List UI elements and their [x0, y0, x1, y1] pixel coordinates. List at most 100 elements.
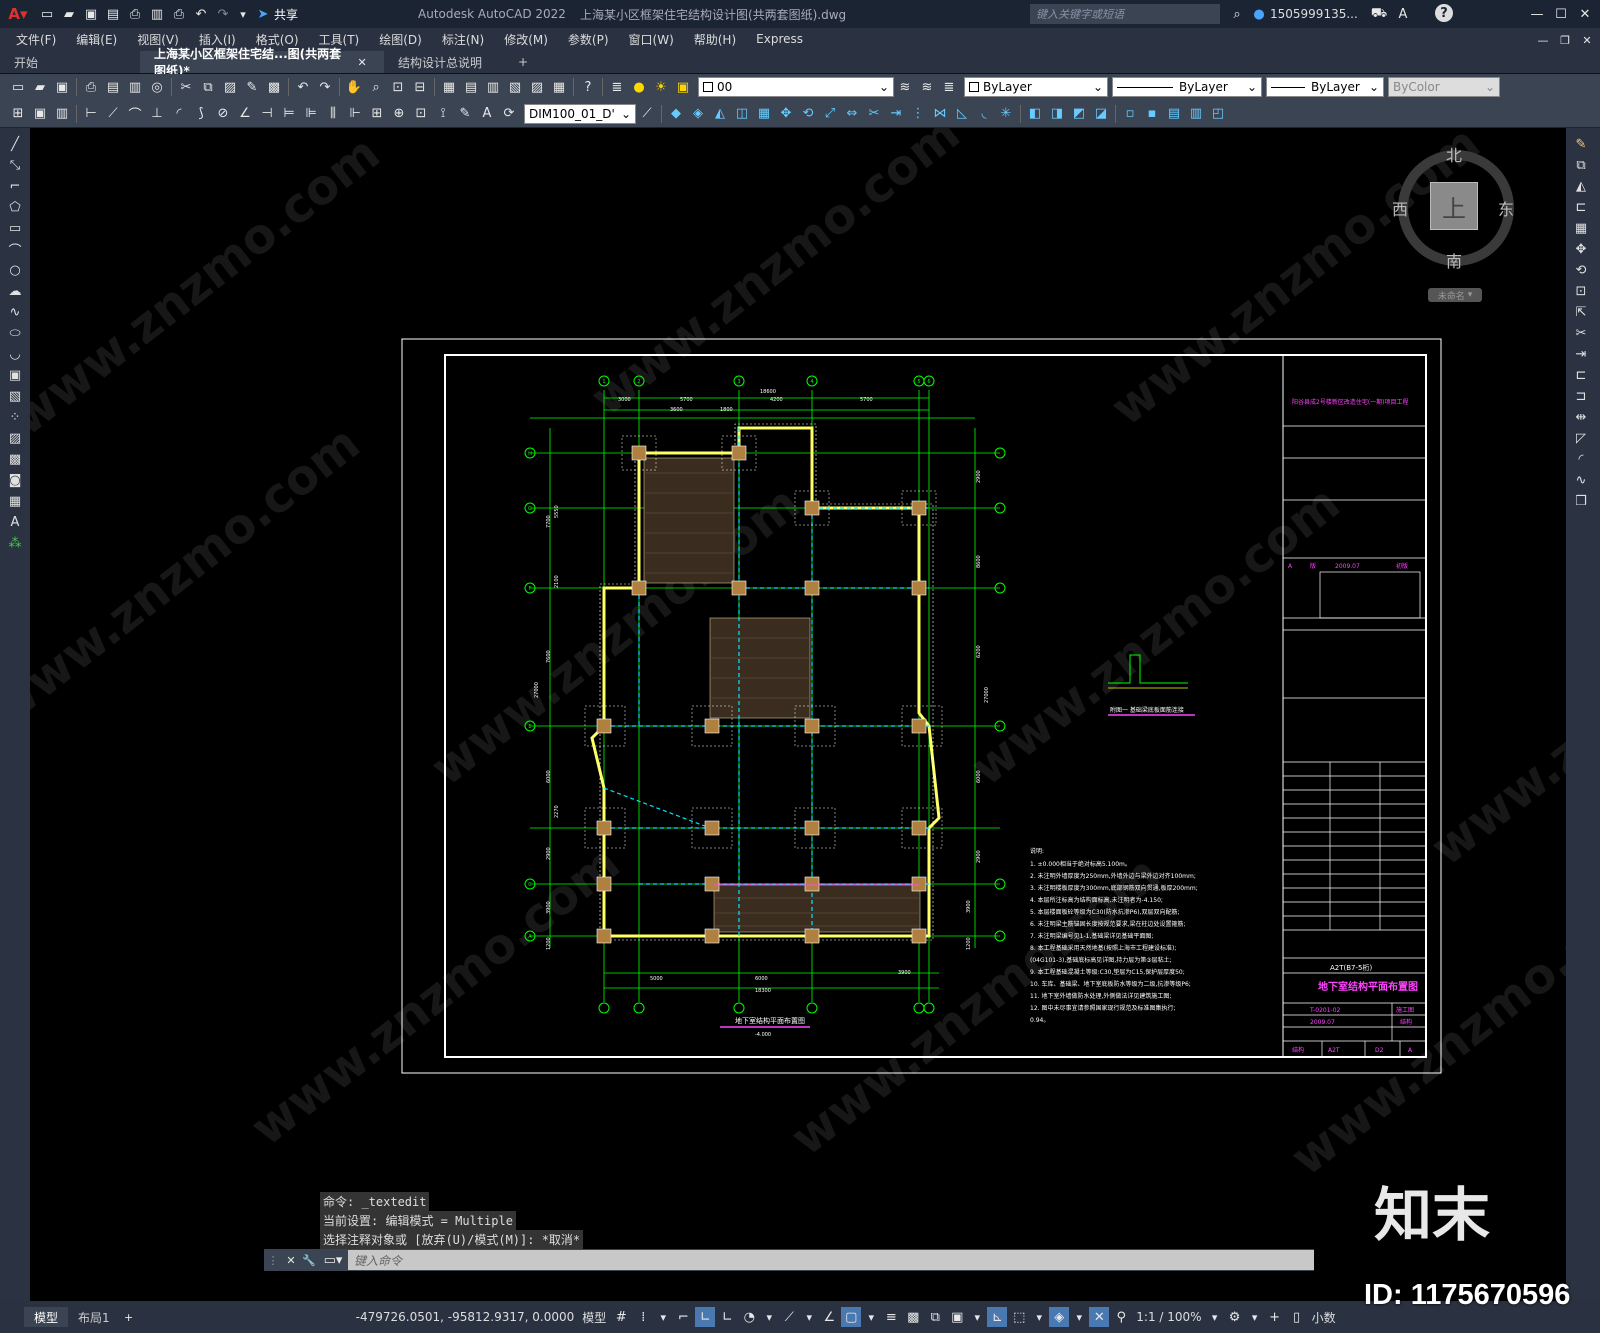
- autocad-logo-icon[interactable]: A▾: [1, 4, 35, 24]
- model-space-button[interactable]: 模型: [582, 1309, 606, 1326]
- color-dropdown[interactable]: ByLayer ⌄: [964, 77, 1108, 97]
- xline-icon[interactable]: ⤡: [0, 155, 30, 176]
- text-front-icon[interactable]: ◪: [1091, 104, 1111, 124]
- chevron-down-icon[interactable]: ▾: [1031, 1307, 1047, 1327]
- region-icon[interactable]: ▪: [1142, 104, 1162, 124]
- revcloud-icon[interactable]: ☁: [0, 281, 30, 302]
- new-file-icon[interactable]: ▭: [37, 4, 57, 24]
- dim-jogline-icon[interactable]: ⟟: [433, 104, 453, 124]
- mirror-tool-icon[interactable]: ◭: [1566, 176, 1596, 197]
- stretch-icon[interactable]: ⇔: [842, 104, 862, 124]
- annotation-scale[interactable]: 1:1 / 100%: [1136, 1310, 1201, 1324]
- spline-icon[interactable]: ∿: [0, 302, 30, 323]
- save-icon[interactable]: ▣: [81, 4, 101, 24]
- dim-radius-icon[interactable]: ◜: [169, 104, 189, 124]
- layer-previous-icon[interactable]: ≋: [917, 77, 937, 97]
- copy-icon[interactable]: ⧉: [198, 77, 218, 97]
- fillet-tool-icon[interactable]: ◜: [1566, 449, 1596, 470]
- units-icon[interactable]: ▯: [1287, 1307, 1307, 1327]
- offset-tool-icon[interactable]: ⊏: [1566, 197, 1596, 218]
- dim-text-edit-icon[interactable]: A: [477, 104, 497, 124]
- bulb-on-icon[interactable]: ●: [629, 77, 649, 97]
- linetype-dropdown[interactable]: ByLayer ⌄: [1112, 77, 1262, 97]
- dim-update-2-icon[interactable]: ⟳: [499, 104, 519, 124]
- undo-icon[interactable]: ↶: [191, 4, 211, 24]
- chevron-down-icon[interactable]: ▾: [655, 1307, 671, 1327]
- chevron-down-icon[interactable]: ▾: [1247, 1307, 1263, 1327]
- zoom-window-icon[interactable]: ⊡: [388, 77, 408, 97]
- erase-tool-icon[interactable]: ✎: [1566, 134, 1596, 155]
- copy-tool-icon[interactable]: ⧉: [1566, 155, 1596, 176]
- center-mark-icon[interactable]: ⊕: [389, 104, 409, 124]
- menu-express[interactable]: Express: [746, 32, 813, 46]
- redo-icon[interactable]: ↷: [213, 4, 233, 24]
- preview-icon[interactable]: ▤: [103, 77, 123, 97]
- line-icon[interactable]: ╱: [0, 134, 30, 155]
- polyline-icon[interactable]: ⌐: [0, 176, 30, 197]
- tool-palettes-icon[interactable]: ▥: [483, 77, 503, 97]
- dim-ordinate-icon[interactable]: ⊥: [147, 104, 167, 124]
- ortho-icon[interactable]: ∟: [695, 1307, 716, 1327]
- open-icon[interactable]: ▰: [30, 77, 50, 97]
- tab-current-drawing[interactable]: 上海某小区框架住宅结...图(共两套图纸)* ✕: [140, 47, 384, 78]
- dim-diameter-icon[interactable]: ⊘: [213, 104, 233, 124]
- make-block-icon[interactable]: ▧: [0, 386, 30, 407]
- dim-space-icon[interactable]: ⫼: [323, 104, 343, 124]
- lineweight-icon[interactable]: ▢: [841, 1307, 862, 1327]
- dim-edit-icon[interactable]: ✎: [455, 104, 475, 124]
- ellipse-icon[interactable]: ⬭: [0, 323, 30, 344]
- draworder-icon[interactable]: ◧: [1025, 104, 1045, 124]
- units-readout[interactable]: 小数: [1312, 1309, 1336, 1326]
- wcs-menu[interactable]: 未命名 ▾: [1428, 288, 1482, 302]
- command-customize-icon[interactable]: 🔧: [301, 1250, 317, 1270]
- dim-angular-icon[interactable]: ∠: [235, 104, 255, 124]
- ellipse-arc-icon[interactable]: ◡: [0, 344, 30, 365]
- dim-linear-icon[interactable]: ⊢: [81, 104, 101, 124]
- polygon-icon[interactable]: ⬠: [0, 197, 30, 218]
- menu-edit[interactable]: 编辑(E): [66, 31, 127, 48]
- tab-design-notes[interactable]: 结构设计总说明: [384, 51, 510, 73]
- extend-tool-icon[interactable]: ⇥: [1566, 344, 1596, 365]
- explode-icon[interactable]: ✳: [996, 104, 1016, 124]
- array-icon[interactable]: ▦: [754, 104, 774, 124]
- chevron-down-icon[interactable]: ▾: [969, 1307, 985, 1327]
- chamfer-icon[interactable]: ◺: [952, 104, 972, 124]
- tolerance-icon[interactable]: ⊞: [367, 104, 387, 124]
- scale-tool-icon[interactable]: ⊡: [1566, 281, 1596, 302]
- chevron-down-icon[interactable]: ▾: [801, 1307, 817, 1327]
- point-icon[interactable]: ▫: [1120, 104, 1140, 124]
- break-icon[interactable]: ⋮: [908, 104, 928, 124]
- dim-aligned-icon[interactable]: ⟋: [103, 104, 123, 124]
- layer-properties-icon[interactable]: ≣: [607, 77, 627, 97]
- doc-close-icon[interactable]: ✕: [1579, 30, 1595, 50]
- settings-gear-icon[interactable]: ⚙: [1225, 1307, 1245, 1327]
- insert-block-icon[interactable]: ▣: [0, 365, 30, 386]
- menu-help[interactable]: 帮助(H): [684, 31, 746, 48]
- explode-tool-icon[interactable]: ❒: [1566, 491, 1596, 512]
- workspace-icon[interactable]: ◈: [1049, 1307, 1070, 1327]
- autodesk-account-icon[interactable]: A: [1393, 4, 1413, 24]
- annotation-visibility-icon[interactable]: ✕: [1089, 1307, 1110, 1327]
- dynamic-input-icon[interactable]: ⌐: [673, 1307, 693, 1327]
- trim-icon[interactable]: ✂: [864, 104, 884, 124]
- chevron-down-icon[interactable]: ▾: [863, 1307, 879, 1327]
- 3dprint-icon[interactable]: ◎: [147, 77, 167, 97]
- compass-north[interactable]: 北: [1446, 142, 1462, 166]
- cart-icon[interactable]: ⛟: [1369, 4, 1389, 24]
- tab-close-icon[interactable]: ✕: [355, 52, 369, 72]
- tab-start[interactable]: 开始: [0, 51, 140, 73]
- extend-icon[interactable]: ⇥: [886, 104, 906, 124]
- chevron-down-icon[interactable]: ▾: [761, 1307, 777, 1327]
- dim-override-icon[interactable]: ▥: [52, 104, 72, 124]
- compass-south[interactable]: 南: [1446, 248, 1462, 272]
- layout-tab-layout1[interactable]: 布局1: [68, 1307, 120, 1327]
- paste-icon[interactable]: ▨: [220, 77, 240, 97]
- menu-dimension[interactable]: 标注(N): [432, 31, 494, 48]
- publish-icon[interactable]: ▥: [147, 4, 167, 24]
- chamfer-tool-icon[interactable]: ◸: [1566, 428, 1596, 449]
- inspection-icon[interactable]: ⊡: [411, 104, 431, 124]
- dim-continue-icon[interactable]: ⊫: [301, 104, 321, 124]
- dim-arc-icon[interactable]: ⌒: [125, 104, 145, 124]
- move-tool-icon[interactable]: ✥: [1566, 239, 1596, 260]
- command-grip-icon[interactable]: ⋮: [265, 1250, 281, 1270]
